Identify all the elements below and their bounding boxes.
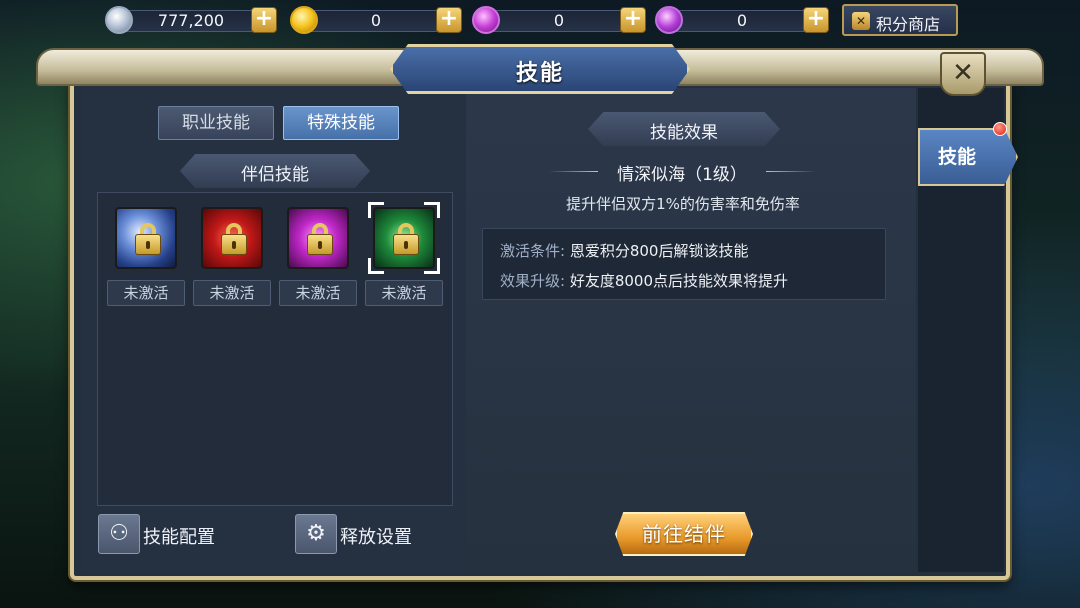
skill-status-2: 未激活 — [193, 280, 271, 306]
divider-left — [548, 171, 598, 172]
currency-gem-value: 0 — [736, 11, 748, 30]
condition-row: 激活条件: 恩爱积分800后解锁该技能 — [500, 240, 748, 261]
skill-status-4: 未激活 — [365, 280, 443, 306]
silver-coin-icon — [105, 6, 133, 34]
close-button[interactable]: ✕ — [940, 52, 986, 96]
currency-silver: 777,200 + — [105, 6, 277, 34]
go-partner-button[interactable]: 前往结伴 — [615, 512, 753, 556]
lock-icon — [135, 223, 161, 255]
shop-shield-icon: ✕ — [852, 12, 870, 30]
side-tab-skills[interactable]: 技能 — [918, 128, 1018, 186]
skill-status-3: 未激活 — [279, 280, 357, 306]
gold-coin-icon — [290, 6, 318, 34]
currency-silver-value: 777,200 — [157, 11, 225, 30]
gear-icon: ⚙ — [306, 521, 326, 546]
config-icon: ⚇ — [109, 521, 129, 546]
points-shop-label: 积分商店 — [876, 15, 941, 34]
skill-config-label[interactable]: 技能配置 — [143, 523, 215, 549]
currency-bound-gem-value: 0 — [553, 11, 565, 30]
effect-header: 技能效果 — [650, 123, 718, 143]
skill-slot-1[interactable] — [115, 207, 177, 269]
condition-value: 恩爱积分800后解锁该技能 — [569, 242, 749, 260]
gem-icon — [655, 6, 683, 34]
condition-key: 激活条件: — [500, 242, 566, 260]
skill-name: 情深似海（1级） — [617, 165, 747, 185]
add-gem-button[interactable]: + — [803, 7, 829, 33]
notification-dot — [993, 122, 1007, 136]
close-icon: ✕ — [952, 58, 974, 88]
release-settings-button[interactable]: ⚙ — [295, 514, 337, 554]
divider-right — [766, 171, 816, 172]
currency-bound-gem: 0 + — [472, 6, 646, 34]
lock-icon — [307, 223, 333, 255]
partner-skills-title: 伴侣技能 — [241, 165, 309, 185]
upgrade-value: 好友度8000点后技能效果将提升 — [569, 272, 789, 290]
selected-skill-frame — [368, 202, 440, 274]
upgrade-key: 效果升级: — [500, 272, 566, 290]
upgrade-row: 效果升级: 好友度8000点后技能效果将提升 — [500, 270, 788, 291]
release-settings-label[interactable]: 释放设置 — [340, 523, 412, 549]
skill-slot-2[interactable] — [201, 207, 263, 269]
skill-description: 提升伴侣双方1%的伤害率和免伤率 — [566, 195, 800, 213]
skill-config-button[interactable]: ⚇ — [98, 514, 140, 554]
currency-gold-value: 0 — [370, 11, 382, 30]
add-bound-gem-button[interactable]: + — [620, 7, 646, 33]
lock-icon — [221, 223, 247, 255]
add-gold-button[interactable]: + — [436, 7, 462, 33]
currency-gem: 0 + — [655, 6, 829, 34]
skill-status-1: 未激活 — [107, 280, 185, 306]
skill-slot-3[interactable] — [287, 207, 349, 269]
tab-special-skills[interactable]: 特殊技能 — [283, 106, 399, 140]
currency-gold: 0 + — [290, 6, 462, 34]
add-silver-button[interactable]: + — [251, 7, 277, 33]
locked-gem-icon — [472, 6, 500, 34]
points-shop-button[interactable]: ✕ 积分商店 — [842, 4, 958, 36]
tab-class-skills[interactable]: 职业技能 — [158, 106, 274, 140]
window-title: 技能 — [515, 61, 564, 86]
